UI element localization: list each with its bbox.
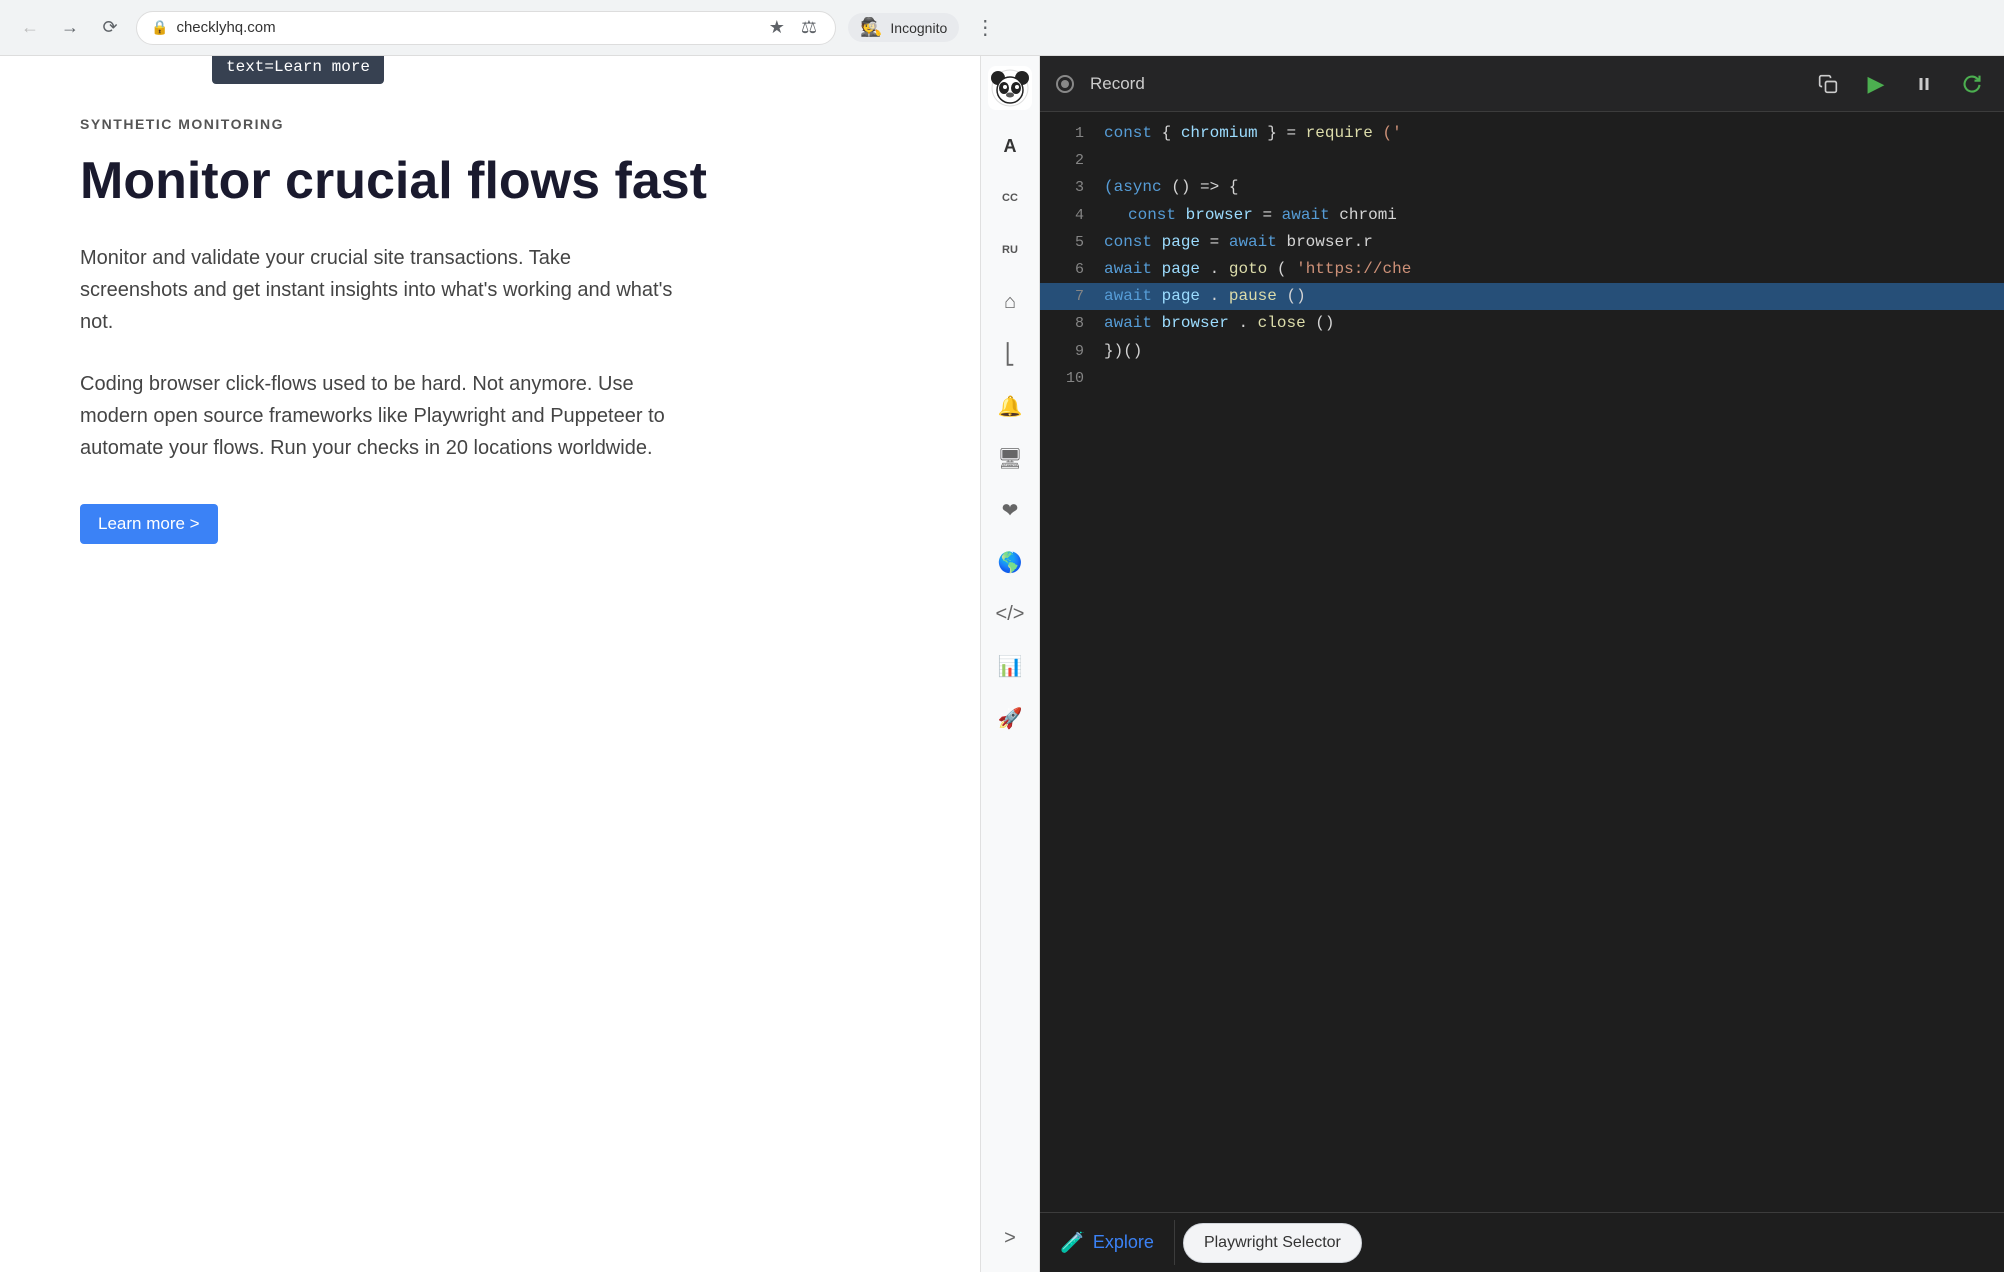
sidebar-item-chart[interactable]: 📊 [986, 642, 1034, 690]
record-label: Record [1090, 74, 1145, 94]
sidebar-item-cc[interactable]: CC [986, 174, 1034, 222]
refresh-button[interactable]: ⟳ [96, 14, 124, 42]
sidebar-item-activity[interactable]: ⎣ [986, 330, 1034, 378]
back-button[interactable]: ← [16, 14, 44, 42]
code-line-7: 7 await page . pause () [1040, 283, 2004, 310]
bookmark-icon[interactable]: ★ [769, 17, 785, 38]
code-line-6: 6 await page . goto ( 'https://che [1040, 256, 2004, 283]
browser-content: SYNTHETIC MONITORING Monitor crucial flo… [0, 56, 980, 1272]
sidebar-item-bell[interactable]: 🔔 [986, 382, 1034, 430]
playwright-selector-button[interactable]: Playwright Selector [1183, 1223, 1362, 1263]
code-editor: Record ▶ [1040, 56, 2004, 1272]
sidebar-expand-button[interactable]: > [986, 1214, 1034, 1262]
code-line-10: 10 [1040, 365, 2004, 392]
restart-button[interactable] [1956, 68, 1988, 100]
sidebar-item-heart[interactable]: ❤ [986, 486, 1034, 534]
sidebar-item-rocket[interactable]: 🚀 [986, 694, 1034, 742]
address-bar[interactable]: 🔒 checklyhq.com ★ ⚖ [136, 11, 836, 45]
sidebar: A CC RU ⌂ ⎣ 🔔 🖥 ❤ 🌎 </> 📊 🚀 > [980, 56, 1040, 1272]
sidebar-item-a[interactable]: A [986, 122, 1034, 170]
play-button[interactable]: ▶ [1860, 68, 1892, 100]
code-line-3: 3 (async () => { [1040, 174, 2004, 201]
hero-desc-2: Coding browser click-flows used to be ha… [80, 368, 700, 464]
explore-button[interactable]: 🧪 Explore [1040, 1220, 1175, 1265]
browser-menu-button[interactable]: ⋮ [971, 11, 999, 44]
sidebar-item-home[interactable]: ⌂ [986, 278, 1034, 326]
flask-icon[interactable]: ⚖ [801, 17, 817, 38]
sidebar-item-code[interactable]: </> [986, 590, 1034, 638]
code-toolbar: Record ▶ [1040, 56, 2004, 112]
copy-button[interactable] [1812, 68, 1844, 100]
right-panel: A CC RU ⌂ ⎣ 🔔 🖥 ❤ 🌎 </> 📊 🚀 > [980, 56, 2004, 1272]
code-line-5: 5 const page = await browser.r [1040, 229, 2004, 256]
browser-chrome: ← → ⟳ 🔒 checklyhq.com ★ ⚖ 🕵 Incognito ⋮ [0, 0, 2004, 56]
sidebar-item-ru[interactable]: RU [986, 226, 1034, 274]
lock-icon: 🔒 [151, 19, 168, 36]
hero-desc-1: Monitor and validate your crucial site t… [80, 242, 680, 338]
explore-label: Explore [1093, 1232, 1154, 1253]
incognito-area: 🕵 Incognito [848, 13, 959, 42]
url-text: checklyhq.com [176, 19, 756, 36]
forward-button[interactable]: → [56, 14, 84, 42]
selector-tooltip: text=Learn more [212, 56, 384, 84]
incognito-label: Incognito [890, 20, 947, 36]
sidebar-item-globe[interactable]: 🌎 [986, 538, 1034, 586]
learn-more-button[interactable]: Learn more > [80, 504, 218, 544]
record-indicator [1056, 75, 1074, 93]
app-logo [988, 66, 1032, 110]
synthetic-label: SYNTHETIC MONITORING [80, 116, 900, 132]
code-line-4: 4 const browser = await chromi [1040, 202, 2004, 229]
sidebar-item-monitor[interactable]: 🖥 [986, 434, 1034, 482]
pause-button[interactable] [1908, 68, 1940, 100]
main-content: SYNTHETIC MONITORING Monitor crucial flo… [0, 56, 2004, 1272]
hero-title: Monitor crucial flows fast [80, 152, 900, 212]
code-area: 1 const { chromium } = require (' 2 [1040, 112, 2004, 1212]
code-line-9: 9 })() [1040, 338, 2004, 365]
explore-icon: 🧪 [1060, 1230, 1085, 1255]
code-line-2: 2 [1040, 147, 2004, 174]
playwright-selector-label: Playwright Selector [1204, 1234, 1341, 1252]
incognito-icon: 🕵 [860, 17, 882, 38]
code-bottom-bar: 🧪 Explore Playwright Selector [1040, 1212, 2004, 1272]
code-line-8: 8 await browser . close () [1040, 310, 2004, 337]
code-line-1: 1 const { chromium } = require (' [1040, 120, 2004, 147]
